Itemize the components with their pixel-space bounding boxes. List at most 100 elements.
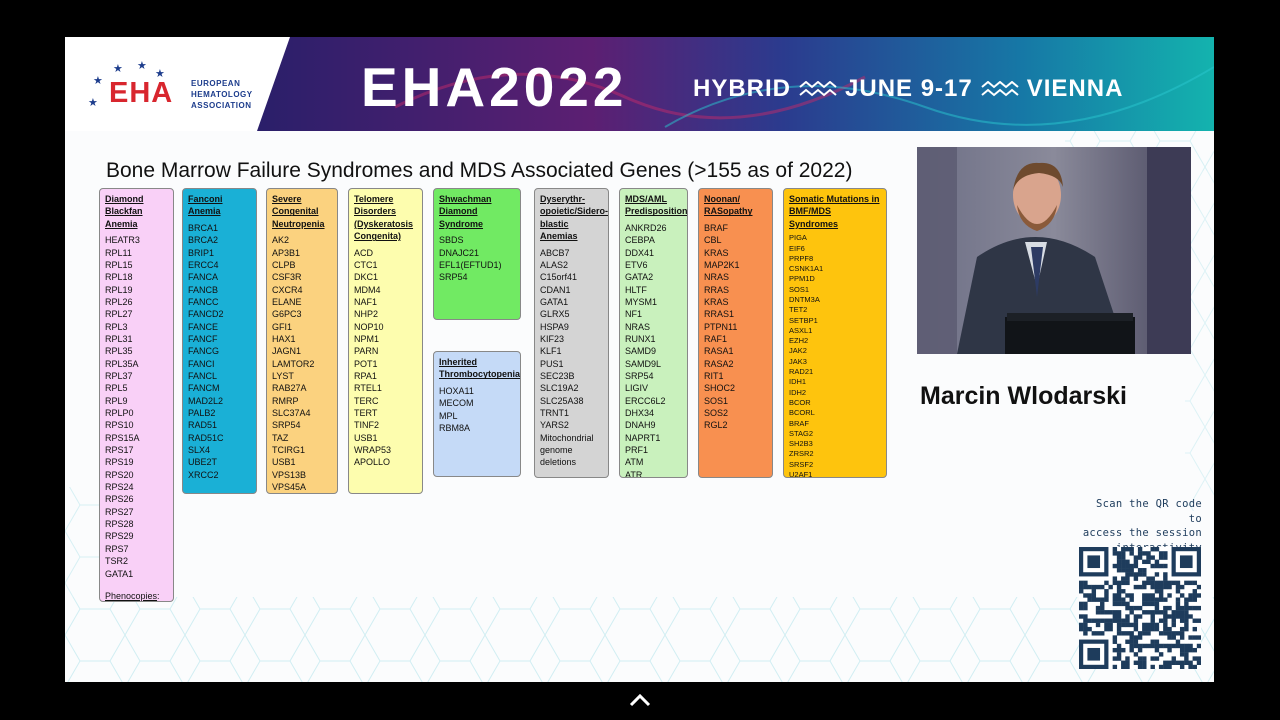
gene-item: RASA1 <box>704 346 734 357</box>
gene-column-header: Shwachman Diamond Syndrome <box>439 194 492 229</box>
gene-column-telomere: Telomere Disorders (Dyskeratosis Congenita)… <box>348 188 423 494</box>
gene-item: FANCI <box>188 358 215 369</box>
gene-item: PRF1 <box>625 445 649 455</box>
gene-item: RPL35 <box>105 346 133 357</box>
gene-item: YARS2 <box>540 420 569 431</box>
gene-item: TET2 <box>789 305 808 315</box>
chevron-up-icon[interactable] <box>626 690 654 710</box>
gene-item: KLF1 <box>540 346 562 357</box>
gene-item: USB1 <box>272 457 296 468</box>
gene-column-header: Telomere Disorders (Dyskeratosis Congenita) <box>354 194 414 242</box>
gene-item: RPS20 <box>105 469 134 480</box>
gene-item: MECOM <box>439 398 474 409</box>
gene-item: NOP10 <box>354 321 384 332</box>
gene-item: SOS2 <box>704 407 729 418</box>
gene-item: UBE2T <box>188 457 218 468</box>
gene-column-header: MDS/AML Predisposition <box>625 194 688 217</box>
gene-list: PIGA EIF6 PRPF8 CSNK1A1 PPM1D SOS1 DNTM3A TET2 S… <box>789 233 881 478</box>
gene-item: SEC23B <box>540 371 575 382</box>
gene-item: RPL37 <box>105 371 133 381</box>
gene-item: U2AF1 <box>789 470 813 478</box>
gene-item: RRAS <box>704 284 730 295</box>
gene-item: SLC25A38 <box>540 395 584 406</box>
gene-column-mds-aml: MDS/AML Predisposition ANKRD26 CEBPA DDX41 ET… <box>619 188 688 478</box>
svg-text:★: ★ <box>93 75 103 87</box>
gene-item: BRCA2 <box>188 235 219 246</box>
gene-item: CSNK1A1 <box>789 264 824 274</box>
gene-item: ZRSR2 <box>789 449 814 459</box>
gene-item: RAF1 <box>704 333 728 344</box>
speaker-name: Marcin Wlodarski <box>920 382 1127 410</box>
gene-item: BCORL <box>789 408 815 418</box>
gene-item: USB1 <box>354 432 378 443</box>
gene-item: RPL15 <box>105 259 133 270</box>
event-dates: JUNE 9-17 <box>845 75 973 102</box>
gene-item: RPL5 <box>105 383 128 394</box>
gene-item: RAB27A <box>272 383 307 394</box>
gene-item: RPLP0 <box>105 408 134 419</box>
gene-item: ERCC6L2 <box>625 395 666 406</box>
gene-item: APOLLO <box>354 457 391 468</box>
gene-item: MAP2K1 <box>704 259 740 270</box>
gene-item: RAD21 <box>789 367 814 377</box>
gene-item: BRIP1 <box>188 247 215 258</box>
gene-item: GATA2 <box>625 272 654 283</box>
gene-item: SH2B3 <box>789 439 813 449</box>
gene-item: RPL27 <box>105 309 133 320</box>
gene-item: SRP54 <box>272 420 301 431</box>
gene-item: SHOC2 <box>704 383 736 394</box>
gene-column-header: Noonan/RASopathy <box>704 194 753 217</box>
gene-item: SAMD9 <box>625 346 657 357</box>
gene-item: SRP54 <box>625 370 654 381</box>
gene-item: AK2 <box>272 235 290 246</box>
gene-item: TRNT1 <box>540 408 569 419</box>
gene-item: TAZ <box>272 432 289 443</box>
event-format: HYBRID <box>693 75 792 102</box>
gene-item: BRAF <box>704 222 729 233</box>
presentation-slide: ★ ★ ★ ★ ★ EHA EUROPEAN HEMATOLOGY ASSOCI… <box>65 37 1214 682</box>
gene-item: SOS1 <box>789 284 810 294</box>
gene-item: SRSF2 <box>789 459 814 469</box>
gene-item: RPS29 <box>105 531 134 542</box>
gene-column-scn: Severe Congenital Neutropenia AK2 AP3B1 CLPB C… <box>266 188 338 494</box>
gene-item: RAD51 <box>188 420 218 431</box>
slide-title: Bone Marrow Failure Syndromes and MDS As… <box>106 159 853 182</box>
gene-item: TSR2 <box>105 556 129 567</box>
gene-item: JAK2 <box>789 346 807 356</box>
speaker-video <box>917 147 1191 354</box>
gene-item: RPL9 <box>105 395 128 406</box>
gene-item: MDM4 <box>354 284 381 295</box>
gene-item: AP3B1 <box>272 247 301 258</box>
gene-item: TERC <box>354 395 379 406</box>
gene-item: RPL26 <box>105 296 133 307</box>
gene-item: FANCF <box>188 333 218 344</box>
gene-item: SLC19A2 <box>540 383 579 394</box>
gene-item: RPS17 <box>105 445 134 456</box>
gene-item: SLC37A4 <box>272 408 311 419</box>
gene-column-thrombo: Inherited Thrombocytopenia HOXA11 MECOM MPL R… <box>433 351 521 477</box>
phenocopies-label: Phenocopies: <box>105 590 160 601</box>
gene-item: CSF3R <box>272 272 302 283</box>
gene-item: deletions <box>540 457 577 468</box>
svg-text:★: ★ <box>113 63 123 75</box>
gene-item: MPL <box>439 410 458 421</box>
gene-item: IDH1 <box>789 377 807 387</box>
gene-item: RIT1 <box>704 370 724 381</box>
gene-column-dba: Diamond Blackfan Anemia HEATR3 RPL11 RPL15 RPL… <box>99 188 174 602</box>
gene-item: STAG2 <box>789 428 814 438</box>
gene-item: RRAS1 <box>704 309 735 320</box>
gene-item: JAGN1 <box>272 346 302 357</box>
gene-item: HOXA11 <box>439 385 474 396</box>
gene-column-header: Somatic Mutations in BMF/MDS Syndromes <box>789 194 880 229</box>
gene-item: PRPF8 <box>789 253 814 263</box>
gene-list: ACD CTC1 DKC1 MDM4 NAF1 NHP2 NOP10 NPM1 PARN POT1… <box>354 247 417 469</box>
gene-item: VPS45A <box>272 482 307 493</box>
eha-logo-text: EHA <box>109 77 174 109</box>
gene-column-header: Dyserythr-opoietic/Sidero-blastic Anemia… <box>540 194 609 242</box>
gene-list: BRAF CBL KRAS MAP2K1 NRAS RRAS KRAS RRAS1 PTPN11… <box>704 222 767 432</box>
gene-item: CXCR4 <box>272 284 303 295</box>
gene-item: LYST <box>272 371 294 381</box>
gene-list: HEATR3 RPL11 RPL15 RPL18 RPL19 RPL26 RPL27 RPL3… <box>105 234 168 601</box>
qr-code[interactable] <box>1079 547 1201 669</box>
gene-item: JAK3 <box>789 356 807 366</box>
